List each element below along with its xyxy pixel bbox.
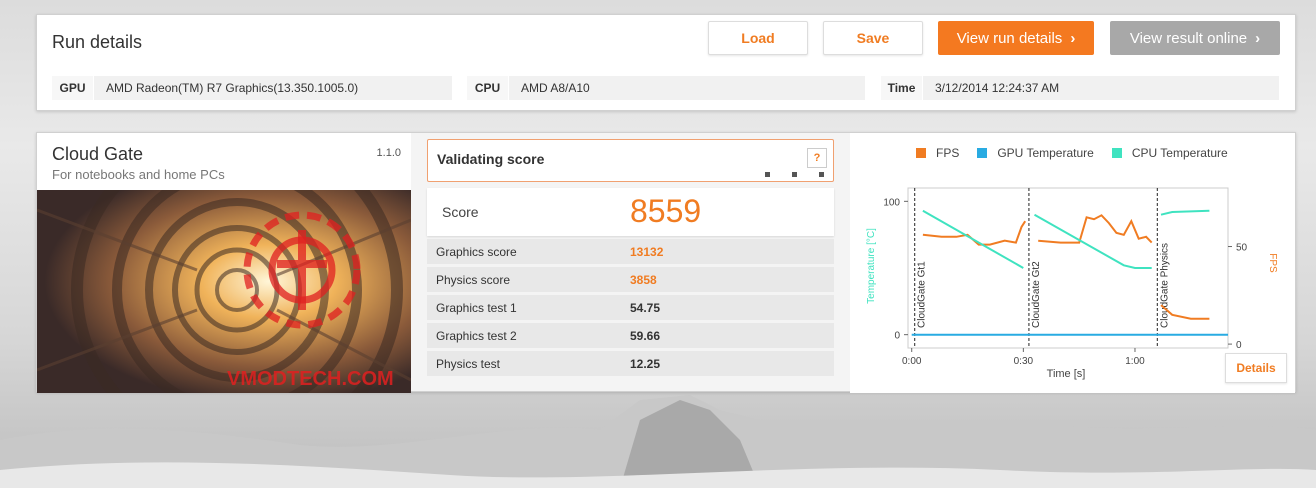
y-left-tick-label: 0 — [894, 331, 900, 342]
score-row: Graphics test 1 54.75 — [427, 295, 834, 320]
x-tick-label: 1:00 — [1125, 356, 1145, 367]
cpu-label: CPU — [467, 76, 509, 100]
score-row: Physics test 12.25 — [427, 351, 834, 376]
benchmark-artwork: VMODTECH.COM — [37, 190, 411, 393]
score-row-value: 54.75 — [630, 301, 661, 315]
score-row-value: 59.66 — [630, 329, 661, 343]
y-axis-label-right: FPS — [1267, 253, 1278, 273]
details-button[interactable]: Details — [1225, 353, 1287, 383]
load-button[interactable]: Load — [708, 21, 808, 55]
progress-dot — [819, 172, 824, 177]
score-row-label: Physics test — [436, 357, 501, 371]
validating-score-box: Validating score ? — [427, 139, 834, 182]
benchmark-card: Cloud Gate 1.1.0 For notebooks and home … — [37, 133, 411, 393]
view-run-details-button[interactable]: View run details › — [938, 21, 1094, 55]
score-value: 8559 — [630, 193, 702, 229]
x-tick-label: 0:00 — [902, 356, 922, 367]
view-run-details-label: View run details — [956, 29, 1063, 47]
score-row: Graphics score 13132 — [427, 239, 834, 264]
y-right-tick-label: 50 — [1236, 243, 1248, 254]
results-panel: Cloud Gate 1.1.0 For notebooks and home … — [36, 132, 1296, 393]
score-row-label: Graphics score — [436, 245, 517, 259]
cpu-info: CPU AMD A8/A10 — [467, 76, 865, 100]
score-label: Score — [442, 204, 479, 220]
help-button[interactable]: ? — [807, 148, 827, 168]
time-label: Time — [881, 76, 923, 100]
save-button[interactable]: Save — [823, 21, 923, 55]
score-row-value: 13132 — [630, 245, 664, 259]
validating-score-label: Validating score — [437, 151, 545, 167]
score-row-label: Graphics test 2 — [436, 329, 517, 343]
gpu-info: GPU AMD Radeon(TM) R7 Graphics(13.350.10… — [52, 76, 452, 100]
gpu-label: GPU — [52, 76, 94, 100]
benchmark-subtitle: For notebooks and home PCs — [52, 167, 225, 182]
x-tick-label: 0:30 — [1014, 356, 1034, 367]
y-left-tick-label: 100 — [883, 197, 900, 208]
benchmark-version: 1.1.0 — [376, 147, 401, 159]
score-row-label: Physics score — [436, 273, 511, 287]
score-column: Validating score ? Score 8559 Graphics s… — [427, 139, 834, 376]
overall-score-box: Score 8559 — [427, 188, 834, 236]
y-right-tick-label: 0 — [1236, 340, 1242, 351]
cpu-value: AMD A8/A10 — [521, 81, 590, 95]
segment-label: CloudGate Physics — [1159, 243, 1170, 328]
monitoring-chart-panel: FPS GPU Temperature CPU Temperature Temp… — [850, 133, 1295, 393]
watermark-text: VMODTECH.COM — [227, 368, 394, 390]
x-axis-label: Time [s] — [1047, 368, 1086, 380]
progress-dot — [792, 172, 797, 177]
score-row: Graphics test 2 59.66 — [427, 323, 834, 348]
view-result-online-button[interactable]: View result online › — [1110, 21, 1280, 55]
y-axis-label-left: Temperature [°C] — [866, 228, 877, 304]
time-value: 3/12/2014 12:24:37 AM — [935, 81, 1060, 95]
benchmark-name: Cloud Gate — [52, 144, 144, 164]
gpu-value: AMD Radeon(TM) R7 Graphics(13.350.1005.0… — [106, 81, 359, 95]
run-details-panel: Run details Load Save View run details ›… — [36, 14, 1296, 111]
score-row-label: Graphics test 1 — [436, 301, 517, 315]
score-row-value: 12.25 — [630, 357, 661, 371]
progress-dot — [765, 172, 770, 177]
score-row: Physics score 3858 — [427, 267, 834, 292]
score-row-value: 3858 — [630, 273, 657, 287]
segment-label: CloudGate Gt1 — [917, 261, 928, 328]
chevron-right-icon: › — [1255, 29, 1261, 47]
view-result-online-label: View result online — [1129, 29, 1248, 47]
chevron-right-icon: › — [1070, 29, 1076, 47]
time-info: Time 3/12/2014 12:24:37 AM — [881, 76, 1279, 100]
segment-label: CloudGate Gt2 — [1031, 261, 1042, 328]
run-details-title: Run details — [52, 32, 143, 52]
